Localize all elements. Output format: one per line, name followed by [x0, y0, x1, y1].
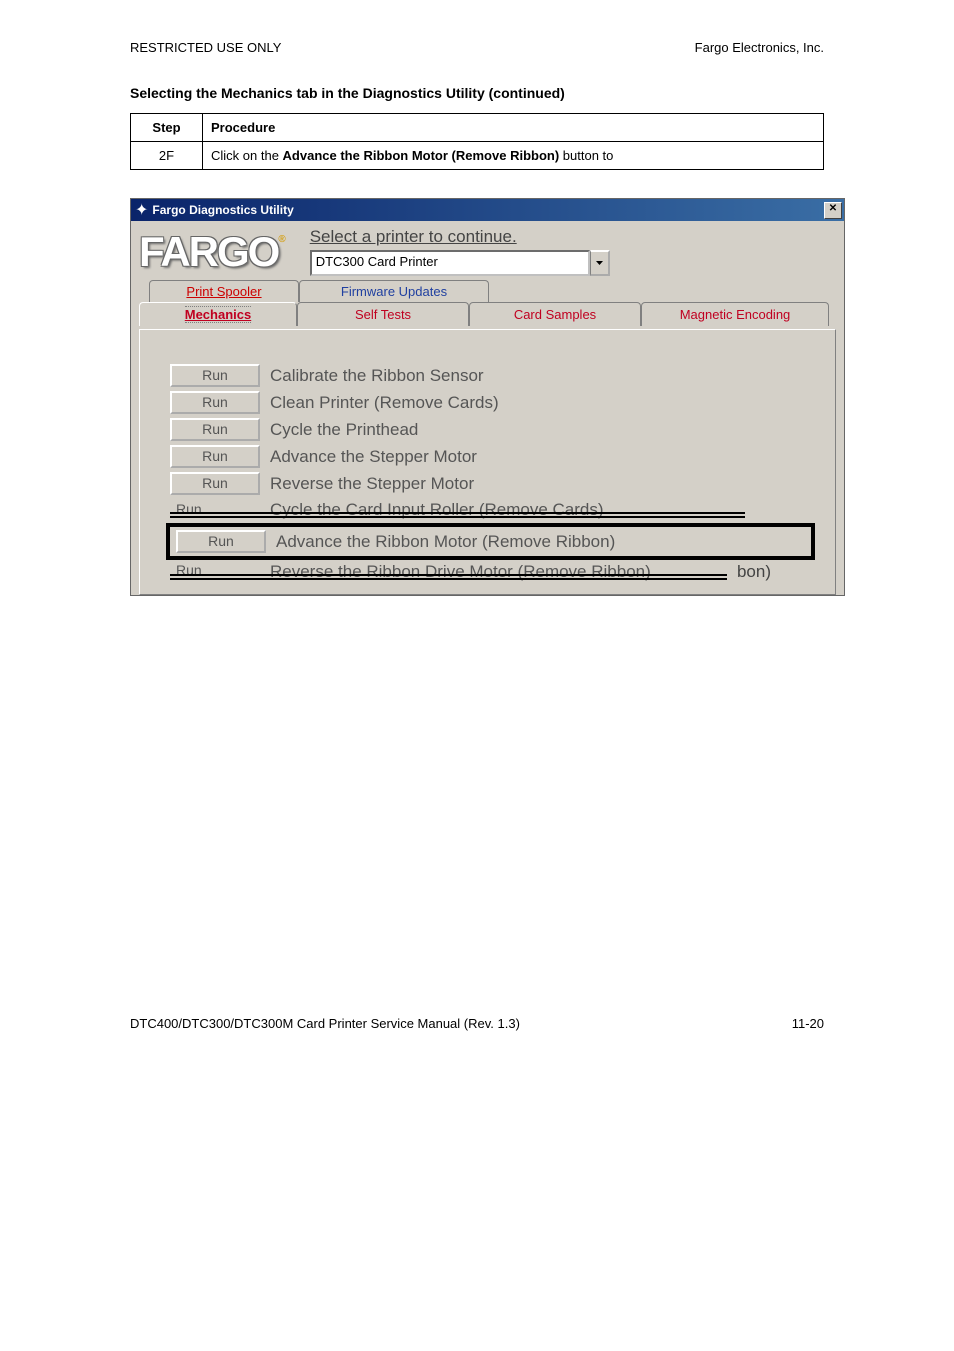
- run-button-calibrate[interactable]: Run: [170, 364, 260, 387]
- action-cycle-head: Cycle the Printhead: [270, 420, 418, 440]
- tab-magnetic-encoding[interactable]: Magnetic Encoding: [641, 302, 829, 326]
- run-button-rev-stepper[interactable]: Run: [170, 472, 260, 495]
- window-title: Fargo Diagnostics Utility: [152, 203, 824, 217]
- chevron-down-icon[interactable]: [590, 250, 610, 276]
- printer-combo-value: DTC300 Card Printer: [310, 250, 590, 276]
- proc-bold: Advance the Ribbon Motor (Remove Ribbon): [283, 148, 560, 163]
- action-calibrate: Calibrate the Ribbon Sensor: [270, 366, 484, 386]
- diagnostics-window: ✦ Fargo Diagnostics Utility ✕ FARGO® Sel…: [130, 198, 845, 596]
- tab-self-tests[interactable]: Self Tests: [297, 302, 469, 326]
- section-heading: Selecting the Mechanics tab in the Diagn…: [130, 85, 824, 101]
- logo-tm: ®: [278, 234, 283, 245]
- strike-line: [170, 512, 745, 518]
- proc-prefix: Click on the: [211, 148, 283, 163]
- footer-left: DTC400/DTC300/DTC300M Card Printer Servi…: [130, 1016, 520, 1031]
- step-header: Step: [131, 114, 203, 142]
- close-icon[interactable]: ✕: [824, 202, 842, 219]
- titlebar: ✦ Fargo Diagnostics Utility ✕: [131, 199, 844, 221]
- tab-print-spooler[interactable]: Print Spooler: [149, 280, 299, 302]
- action-rev-stepper: Reverse the Stepper Motor: [270, 474, 474, 494]
- tab-card-samples[interactable]: Card Samples: [469, 302, 641, 326]
- logo-text: FARGO: [139, 228, 278, 275]
- ribbon-tail: bon): [737, 562, 771, 582]
- step-value: 2F: [131, 142, 203, 170]
- procedure-table: Step Procedure 2F Click on the Advance t…: [130, 113, 824, 170]
- proc-suffix: button to: [559, 148, 613, 163]
- mechanics-panel: Run Calibrate the Ribbon Sensor Run Clea…: [139, 329, 836, 595]
- tab-mechanics-label: Mechanics: [185, 306, 251, 323]
- strike-line-2: [170, 574, 727, 580]
- tab-mechanics[interactable]: Mechanics: [139, 302, 297, 326]
- footer-right: 11-20: [792, 1016, 824, 1031]
- procedure-header: Procedure: [203, 114, 824, 142]
- highlight-box: Run Advance the Ribbon Motor (Remove Rib…: [166, 523, 815, 560]
- action-adv-stepper: Advance the Stepper Motor: [270, 447, 477, 467]
- select-printer-caption: Select a printer to continue.: [310, 227, 610, 247]
- tabs: Print Spooler Firmware Updates Mechanics…: [139, 280, 836, 330]
- run-button-clean[interactable]: Run: [170, 391, 260, 414]
- company-label: Fargo Electronics, Inc.: [695, 40, 824, 55]
- fargo-logo: FARGO®: [139, 231, 302, 273]
- app-icon: ✦: [135, 200, 148, 220]
- action-clean: Clean Printer (Remove Cards): [270, 393, 499, 413]
- tab-firmware-updates[interactable]: Firmware Updates: [299, 280, 489, 302]
- procedure-text: Click on the Advance the Ribbon Motor (R…: [203, 142, 824, 170]
- restricted-label: RESTRICTED USE ONLY: [130, 40, 281, 55]
- run-button-adv-ribbon[interactable]: Run: [176, 530, 266, 553]
- run-button-cycle-head[interactable]: Run: [170, 418, 260, 441]
- action-adv-ribbon: Advance the Ribbon Motor (Remove Ribbon): [276, 532, 615, 552]
- run-button-adv-stepper[interactable]: Run: [170, 445, 260, 468]
- printer-combo[interactable]: DTC300 Card Printer: [310, 250, 610, 276]
